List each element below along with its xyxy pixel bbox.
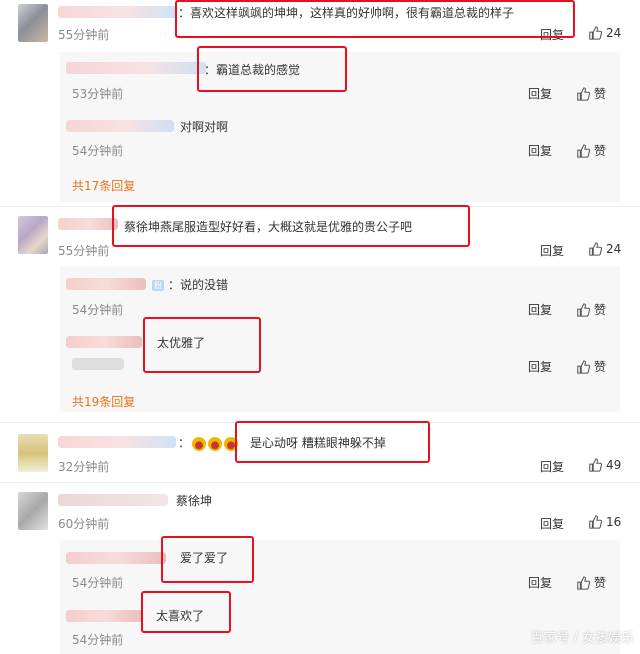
avatar[interactable] (18, 4, 48, 42)
username-blurred[interactable] (66, 552, 166, 564)
username-blurred[interactable] (66, 336, 142, 348)
watermark: 百家号 / 女孩娱乐 (530, 631, 634, 646)
like-button[interactable]: 24 (588, 26, 621, 40)
highlight-box (143, 317, 261, 373)
like-label: 赞 (594, 360, 607, 374)
comment-time: 32分钟前 (58, 460, 110, 474)
reply-button[interactable]: 回复 (540, 242, 564, 259)
comment-text: ： (178, 436, 191, 450)
like-count: 24 (606, 26, 622, 40)
avatar[interactable] (18, 216, 48, 254)
avatar[interactable] (18, 434, 48, 472)
thumbs-up-icon (577, 144, 591, 158)
reply-time: 54分钟前 (72, 633, 124, 647)
highlight-box (175, 0, 575, 38)
reply-button[interactable]: 回复 (528, 85, 552, 102)
comment-time: 55分钟前 (58, 244, 110, 258)
reply-time: 54分钟前 (72, 576, 124, 590)
like-label: 赞 (594, 576, 607, 590)
like-button[interactable]: 24 (588, 242, 621, 256)
reply-time: 54分钟前 (72, 303, 124, 317)
reply-button[interactable]: 回复 (540, 515, 564, 532)
username-blurred[interactable] (66, 610, 142, 622)
reply-time: 54分钟前 (72, 144, 124, 158)
highlight-box (112, 205, 470, 247)
laughing-emoji-icon (192, 437, 206, 451)
like-count: 24 (606, 242, 622, 256)
reply-button[interactable]: 回复 (528, 301, 552, 318)
like-count: 49 (606, 458, 622, 472)
username-blurred[interactable] (66, 120, 174, 132)
thumbs-up-icon (589, 26, 603, 40)
like-button[interactable]: 赞 (576, 142, 606, 159)
comment-text: 蔡徐坤 (176, 494, 213, 508)
reply-text: ：说的没错 (168, 278, 229, 292)
reply-time: 53分钟前 (72, 87, 124, 101)
thumbs-up-icon (577, 87, 591, 101)
thumbs-up-icon (577, 303, 591, 317)
comment-time: 55分钟前 (58, 28, 110, 42)
comment-time: 60分钟前 (58, 517, 110, 531)
reply-button[interactable]: 回复 (528, 142, 552, 159)
like-button[interactable]: 49 (588, 458, 621, 472)
like-button[interactable]: 16 (588, 515, 621, 529)
thumbs-up-icon (577, 360, 591, 374)
like-button[interactable]: 赞 (576, 85, 606, 102)
thumbs-up-icon (589, 242, 603, 256)
like-button[interactable]: 赞 (576, 574, 606, 591)
thumbs-up-icon (577, 576, 591, 590)
highlight-box (141, 591, 231, 633)
laughing-emoji-icon (208, 437, 222, 451)
thumbs-up-icon (589, 515, 603, 529)
time-blurred (72, 358, 124, 370)
highlight-box (161, 536, 254, 583)
highlight-box (197, 46, 347, 92)
username-blurred[interactable] (66, 62, 206, 74)
avatar[interactable] (18, 492, 48, 530)
more-replies-link[interactable]: 共19条回复 (72, 393, 135, 410)
like-button[interactable]: 赞 (576, 301, 606, 318)
fan-badge: 粉 (152, 280, 164, 291)
like-label: 赞 (594, 303, 607, 317)
like-label: 赞 (594, 87, 607, 101)
username-blurred[interactable] (66, 278, 146, 290)
like-count: 16 (606, 515, 622, 529)
reply-button[interactable]: 回复 (528, 358, 552, 375)
thumbs-up-icon (589, 458, 603, 472)
username-blurred[interactable] (58, 6, 176, 18)
emoji-icons (192, 434, 240, 453)
like-button[interactable]: 赞 (576, 358, 606, 375)
divider (0, 482, 640, 483)
more-replies-link[interactable]: 共17条回复 (72, 177, 135, 194)
reply-button[interactable]: 回复 (540, 458, 564, 475)
like-label: 赞 (594, 144, 607, 158)
username-blurred[interactable] (58, 494, 168, 506)
username-blurred[interactable] (58, 436, 176, 448)
reply-text: 对啊对啊 (180, 120, 229, 134)
username-blurred[interactable] (58, 218, 118, 230)
highlight-box (235, 421, 430, 463)
reply-button[interactable]: 回复 (528, 574, 552, 591)
